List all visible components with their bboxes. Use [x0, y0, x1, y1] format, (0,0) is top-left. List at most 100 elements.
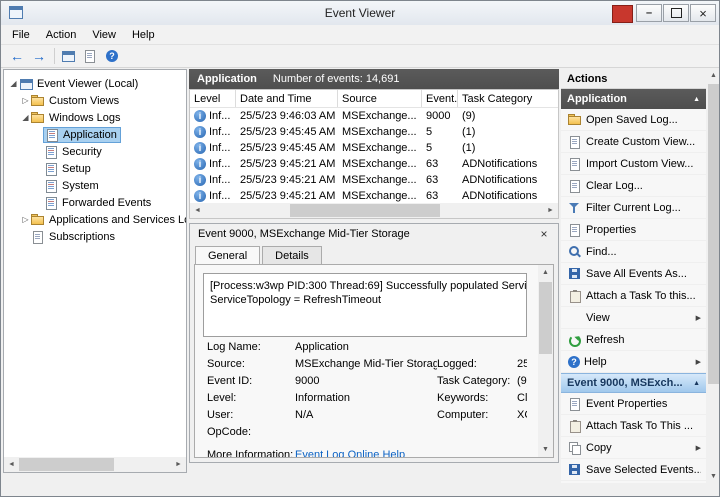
collapse-icon[interactable]: ▲ — [693, 96, 700, 103]
table-row[interactable]: i Inf... 25/5/23 9:45:21 AM MSExchange...… — [190, 188, 558, 204]
action-attach-a-task[interactable]: Attach a Task To this... — [561, 285, 706, 307]
scrollbar-thumb[interactable] — [539, 282, 552, 354]
menu-help[interactable]: Help — [124, 27, 163, 43]
tree-item-setup[interactable]: Setup — [4, 160, 186, 177]
information-icon: i — [194, 158, 206, 170]
chevron-collapsed-icon[interactable]: ▷ — [20, 215, 31, 224]
chevron-expanded-icon[interactable]: ◢ — [8, 79, 19, 88]
action-save-all-events-as[interactable]: Save All Events As... — [561, 263, 706, 285]
cell-task-category: (9) — [462, 110, 476, 122]
column-header-level[interactable]: Level — [190, 90, 236, 107]
scroll-right-button[interactable]: ► — [543, 203, 558, 218]
computer-label: Computer: — [437, 409, 489, 421]
scroll-down-button[interactable]: ▼ — [707, 470, 719, 483]
cell-task-category: ADNotifications — [462, 190, 538, 202]
scroll-right-button[interactable]: ► — [171, 457, 186, 472]
scrollbar-track[interactable] — [205, 203, 543, 218]
properties-icon — [568, 223, 582, 237]
scrollbar-thumb[interactable] — [19, 458, 114, 471]
action-filter-current-log[interactable]: Filter Current Log... — [561, 197, 706, 219]
column-header-task[interactable]: Task Category — [458, 90, 558, 107]
table-row[interactable]: i Inf... 25/5/23 9:46:03 AM MSExchange...… — [190, 108, 558, 124]
event-message-box[interactable]: [Process:w3wp PID:300 Thread:69] Success… — [203, 273, 527, 337]
source-value: MSExchange Mid-Tier Storag — [295, 358, 437, 370]
table-row[interactable]: i Inf... 25/5/23 9:45:21 AM MSExchange...… — [190, 156, 558, 172]
table-horizontal-scrollbar[interactable]: ◄ ► — [190, 203, 558, 218]
chevron-expanded-icon[interactable]: ◢ — [20, 113, 31, 122]
scroll-down-button[interactable]: ▼ — [538, 442, 553, 457]
tree-item-forwarded-events[interactable]: Forwarded Events — [4, 194, 186, 211]
action-help[interactable]: ? Help ▶ — [561, 351, 706, 373]
detail-close-button[interactable]: × — [536, 227, 552, 241]
table-header-row: Level Date and Time Source Event... Task… — [190, 90, 558, 108]
action-import-custom-view[interactable]: Import Custom View... — [561, 153, 706, 175]
column-header-event[interactable]: Event... — [422, 90, 458, 107]
scrollbar-thumb[interactable] — [708, 84, 719, 384]
menu-file[interactable]: File — [4, 27, 38, 43]
scroll-left-button[interactable]: ◄ — [190, 203, 205, 218]
column-header-date[interactable]: Date and Time — [236, 90, 338, 107]
table-row[interactable]: i Inf... 25/5/23 9:45:45 AM MSExchange...… — [190, 124, 558, 140]
actions-section-event-9000[interactable]: Event 9000, MSExch... ▲ — [561, 373, 706, 393]
action-properties[interactable]: Properties — [561, 219, 706, 241]
action-open-saved-log[interactable]: Open Saved Log... — [561, 109, 706, 131]
action-attach-task-to-this[interactable]: Attach Task To This ... — [561, 415, 706, 437]
help-button[interactable]: ? — [103, 47, 125, 66]
level-value: Information — [295, 392, 351, 404]
chevron-collapsed-icon[interactable]: ▷ — [20, 96, 31, 105]
column-header-source[interactable]: Source — [338, 90, 422, 107]
table-row[interactable]: i Inf... 25/5/23 9:45:21 AM MSExchange...… — [190, 172, 558, 188]
tree-item-system[interactable]: System — [4, 177, 186, 194]
action-event-properties[interactable]: Event Properties — [561, 393, 706, 415]
minimize-button[interactable]: – — [636, 4, 662, 22]
close-button[interactable]: × — [690, 4, 716, 22]
collapse-icon[interactable]: ▲ — [693, 380, 700, 387]
action-save-selected-events[interactable]: Save Selected Events... — [561, 459, 706, 481]
red-indicator-button[interactable] — [612, 5, 633, 23]
maximize-button[interactable] — [663, 4, 689, 22]
tab-general[interactable]: General — [195, 246, 261, 264]
tree-item-windows-logs[interactable]: ◢ Windows Logs — [4, 109, 186, 126]
action-clear-log[interactable]: Clear Log... — [561, 175, 706, 197]
action-refresh[interactable]: Refresh — [561, 329, 706, 351]
action-create-custom-view[interactable]: Create Custom View... — [561, 131, 706, 153]
scroll-up-button[interactable]: ▲ — [707, 69, 719, 82]
action-label: View — [586, 311, 610, 324]
tree-item-event-viewer-local[interactable]: ◢ Event Viewer (Local) — [4, 75, 186, 92]
document-icon — [83, 50, 97, 63]
event-log-icon — [45, 128, 59, 142]
tree-item-applications-and-services[interactable]: ▷ Applications and Services Lo — [4, 211, 186, 228]
scroll-left-button[interactable]: ◄ — [4, 457, 19, 472]
action-refresh-event[interactable]: Refresh — [561, 481, 706, 483]
cell-datetime: 25/5/23 9:45:21 AM — [240, 174, 336, 186]
console-tree-button[interactable] — [59, 47, 81, 66]
tree-item-security[interactable]: Security — [4, 143, 186, 160]
toolbar-separator — [54, 48, 55, 64]
scrollbar-thumb[interactable] — [290, 204, 440, 217]
actions-section-application[interactable]: Application ▲ — [561, 89, 706, 109]
cell-source: MSExchange... — [342, 190, 417, 202]
export-list-button[interactable] — [81, 47, 103, 66]
forward-button[interactable]: → — [28, 47, 50, 66]
actions-vertical-scrollbar[interactable]: ▲ ▼ — [707, 69, 719, 483]
event-log-icon — [44, 162, 58, 176]
menu-view[interactable]: View — [84, 27, 124, 43]
tree-item-application[interactable]: Application — [4, 126, 186, 143]
scrollbar-track[interactable] — [19, 457, 171, 472]
action-copy[interactable]: Copy ▶ — [561, 437, 706, 459]
detail-vertical-scrollbar[interactable]: ▲ ▼ — [538, 265, 553, 457]
tree-item-subscriptions[interactable]: Subscriptions — [4, 228, 186, 245]
tab-details[interactable]: Details — [262, 246, 322, 264]
event-log-online-help-link[interactable]: Event Log Online Help — [295, 449, 405, 457]
menu-action[interactable]: Action — [38, 27, 85, 43]
tree-item-custom-views[interactable]: ▷ Custom Views — [4, 92, 186, 109]
action-view[interactable]: View ▶ — [561, 307, 706, 329]
table-row[interactable]: i Inf... 25/5/23 9:45:45 AM MSExchange...… — [190, 140, 558, 156]
cell-level: Inf... — [209, 142, 231, 154]
titlebar: Event Viewer – × — [1, 1, 719, 25]
action-find[interactable]: Find... — [561, 241, 706, 263]
back-button[interactable]: ← — [6, 47, 28, 66]
find-icon — [568, 245, 582, 258]
scroll-up-button[interactable]: ▲ — [538, 265, 553, 280]
tree-horizontal-scrollbar[interactable]: ◄ ► — [4, 457, 186, 472]
